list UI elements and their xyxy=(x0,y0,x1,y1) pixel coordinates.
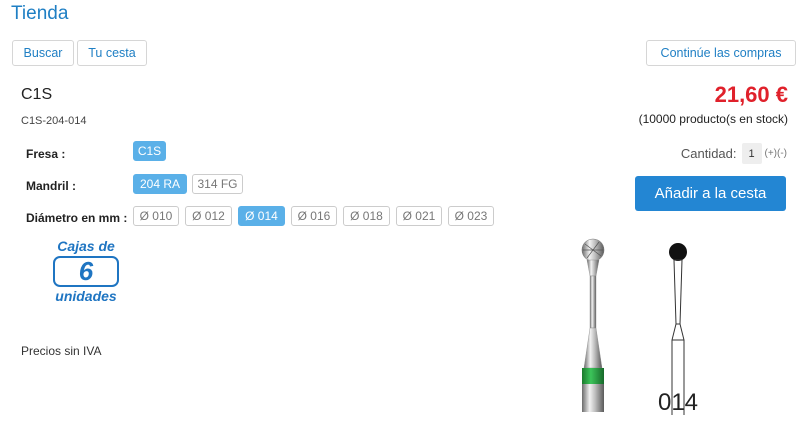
shank-option-314fg[interactable]: 314 FG xyxy=(192,174,243,194)
bur-option-label: Fresa : xyxy=(26,147,66,161)
product-price: 21,60 € xyxy=(714,82,788,107)
bur-product-image xyxy=(581,238,605,412)
bur-option-c1s[interactable]: C1S xyxy=(133,141,166,161)
stock-status: (10000 producto(s en stock) xyxy=(638,112,788,126)
diameter-option-label: Diámetro en mm : xyxy=(26,211,128,225)
pack-count: 6 xyxy=(53,256,119,287)
vat-note: Precios sin IVA xyxy=(21,344,102,358)
diameter-option-010[interactable]: Ø 010 xyxy=(133,206,179,226)
search-button[interactable]: Buscar xyxy=(12,40,74,66)
diameter-option-014[interactable]: Ø 014 xyxy=(238,206,285,226)
quantity-stepper[interactable]: (+)(-) xyxy=(765,148,788,159)
cart-button[interactable]: Tu cesta xyxy=(77,40,147,66)
shank-option-204ra[interactable]: 204 RA xyxy=(133,174,187,194)
add-to-cart-button[interactable]: Añadir a la cesta xyxy=(635,176,786,211)
page-title: Tienda xyxy=(11,3,69,24)
pack-size-badge: Cajas de 6 unidades xyxy=(50,238,122,304)
quantity-control: Cantidad: 1 (+)(-) xyxy=(681,143,787,164)
diameter-option-021[interactable]: Ø 021 xyxy=(396,206,442,226)
diameter-option-018[interactable]: Ø 018 xyxy=(343,206,390,226)
pack-top-text: Cajas de xyxy=(57,238,115,254)
continue-shopping-button[interactable]: Continúe las compras xyxy=(646,40,796,66)
bur-diagram: 014 xyxy=(658,243,698,416)
product-reference: C1S-204-014 xyxy=(21,115,87,127)
diagram-label: 014 xyxy=(658,389,698,416)
shank-option-label: Mandril : xyxy=(26,179,76,193)
product-name: C1S xyxy=(21,86,53,103)
quantity-label: Cantidad: xyxy=(680,146,737,161)
pack-bottom-text: unidades xyxy=(55,288,117,304)
diameter-option-012[interactable]: Ø 012 xyxy=(185,206,232,226)
diameter-option-023[interactable]: Ø 023 xyxy=(448,206,494,226)
diameter-option-016[interactable]: Ø 016 xyxy=(291,206,337,226)
quantity-input[interactable]: 1 xyxy=(741,143,762,164)
